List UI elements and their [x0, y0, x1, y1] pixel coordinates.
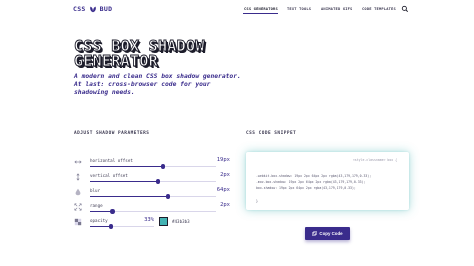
- horizontal-offset-slider[interactable]: [90, 164, 216, 169]
- range-slider[interactable]: [90, 209, 216, 214]
- param-range: range 2px: [74, 202, 230, 214]
- code-tag-label: <style.classname> box {: [352, 158, 397, 162]
- search-icon[interactable]: [401, 5, 409, 13]
- param-value: 33%: [144, 217, 154, 223]
- code-line: -webkit-box-shadow: 19px 2px 64px 2px rg…: [256, 174, 372, 178]
- nav-code-templates[interactable]: CODE TEMPLATES: [362, 7, 396, 11]
- slider-thumb[interactable]: [108, 224, 114, 229]
- param-label: blur: [90, 188, 101, 193]
- slider-thumb[interactable]: [155, 179, 161, 184]
- color-hex-label: #43b3b3: [172, 219, 190, 224]
- nav-animated-gifs[interactable]: ANIMATED GIFS: [321, 7, 352, 11]
- vertical-offset-slider[interactable]: [90, 179, 216, 184]
- code-section-title: CSS CODE SNIPPET: [246, 131, 297, 136]
- param-vertical-offset: vertical offset 2px: [74, 172, 230, 184]
- nav-text-tools[interactable]: TEXT TOOLS: [287, 7, 311, 11]
- slider-fill: [90, 226, 112, 228]
- param-label: vertical offset: [90, 173, 128, 178]
- param-horizontal-offset: horizontal offset 19px: [74, 157, 230, 169]
- vertical-arrows-icon: [76, 173, 80, 181]
- slider-fill: [90, 166, 164, 168]
- copy-code-button[interactable]: Copy Code: [305, 227, 350, 240]
- param-value: 2px: [220, 202, 230, 208]
- slider-thumb[interactable]: [160, 164, 166, 169]
- param-value: 64px: [216, 187, 230, 193]
- active-nav-underline: [243, 13, 278, 14]
- blur-slider[interactable]: [90, 194, 216, 199]
- copy-code-label: Copy Code: [319, 231, 343, 236]
- site-header: CSS BUD CSS GENERATORS TEXT TOOLS ANIMAT…: [0, 0, 474, 20]
- slider-fill: [90, 181, 159, 183]
- opacity-slider[interactable]: [90, 224, 154, 229]
- param-label: opacity: [90, 218, 108, 223]
- horizontal-arrows-icon: [74, 160, 82, 164]
- param-label: range: [90, 203, 103, 208]
- checker-icon: [74, 218, 82, 226]
- params-section-title: ADJUST SHADOW PARAMETERS: [74, 131, 150, 136]
- color-swatch[interactable]: [159, 217, 168, 226]
- param-value: 19px: [216, 157, 230, 163]
- code-line: }: [256, 199, 258, 203]
- copy-icon: [312, 231, 318, 236]
- page-subtitle: A modern and clean CSS box shadow genera…: [74, 73, 241, 97]
- page-title: CSS Box Shadow Generator: [74, 37, 205, 70]
- code-snippet-box[interactable]: <style.classname> box { -webkit-box-shad…: [246, 152, 409, 210]
- slider-fill: [90, 211, 113, 213]
- param-blur: blur 64px: [74, 187, 230, 199]
- param-value: 2px: [220, 172, 230, 178]
- code-line: box-shadow: 19px 2px 64px 2px rgba(43,17…: [256, 186, 356, 190]
- slider-fill: [90, 196, 169, 198]
- expand-icon: [74, 203, 82, 211]
- slider-thumb[interactable]: [110, 209, 115, 214]
- param-label: horizontal offset: [90, 158, 133, 163]
- slider-thumb[interactable]: [165, 194, 171, 199]
- droplet-icon: [75, 188, 81, 196]
- nav-css-generators[interactable]: CSS GENERATORS: [244, 7, 278, 11]
- param-opacity: opacity 33%: [74, 217, 154, 229]
- code-line: -moz-box-shadow: 19px 2px 64px 2px rgba(…: [256, 180, 366, 184]
